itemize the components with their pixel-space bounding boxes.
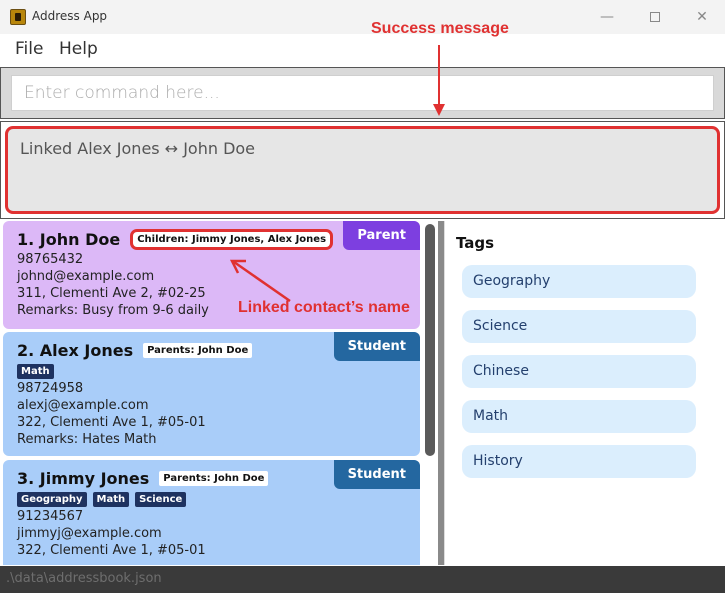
tag-item-math[interactable]: Math: [462, 400, 696, 433]
result-message: Linked Alex Jones ↔ John Doe: [20, 139, 256, 158]
relation-label: Parents: John Doe: [143, 342, 253, 358]
person-phone: 98765432: [17, 252, 84, 267]
command-input[interactable]: [11, 75, 714, 111]
close-icon: ✕: [696, 9, 708, 25]
tag-item-geography[interactable]: Geography: [462, 265, 696, 298]
command-box: [0, 67, 725, 119]
role-badge: Student: [333, 460, 420, 489]
tag-chip: Math: [17, 364, 54, 379]
person-tags: Geography Math Science: [17, 492, 406, 507]
tag-chip: Geography: [17, 492, 87, 507]
tag-chip: Science: [135, 492, 187, 507]
person-card[interactable]: 2. Alex Jones Parents: John Doe Math 987…: [3, 332, 420, 456]
menu-help[interactable]: Help: [59, 39, 98, 59]
role-badge: Parent: [343, 221, 420, 250]
maximize-button[interactable]: [643, 6, 667, 28]
person-tags: Math: [17, 364, 406, 379]
result-display: Linked Alex Jones ↔ John Doe: [0, 121, 725, 219]
person-card[interactable]: 3. Jimmy Jones Parents: John Doe Geograp…: [3, 460, 420, 565]
minimize-button[interactable]: —: [595, 6, 619, 28]
status-bar: .\data\addressbook.json: [0, 566, 725, 593]
tag-chip: Math: [92, 492, 130, 507]
close-button[interactable]: ✕: [690, 6, 714, 28]
person-name: 2. Alex Jones: [17, 340, 134, 360]
person-phone: 91234567: [17, 509, 84, 524]
tag-item-science[interactable]: Science: [462, 310, 696, 343]
maximize-icon: [650, 12, 660, 22]
tag-item-chinese[interactable]: Chinese: [462, 355, 696, 388]
annotation-arrow-head: [433, 104, 445, 116]
list-scrollbar-thumb[interactable]: [425, 224, 435, 456]
menu-bar: File Help: [0, 34, 725, 66]
app-icon: [10, 9, 26, 25]
annotation-arrow-shaft: [438, 45, 440, 108]
person-email: johnd@example.com: [17, 269, 155, 284]
tag-item-history[interactable]: History: [462, 445, 696, 478]
person-remarks: Remarks: Hates Math: [17, 432, 157, 447]
linked-annotation-arrow: [229, 259, 291, 303]
person-address: 322, Clementi Ave 1, #05-01: [17, 543, 206, 558]
person-address: 322, Clementi Ave 1, #05-01: [17, 415, 206, 430]
result-message-area: Linked Alex Jones ↔ John Doe: [5, 126, 720, 214]
title-bar: Address App — ✕: [0, 0, 725, 34]
person-name: 3. Jimmy Jones: [17, 468, 150, 488]
linked-name-annotation: Linked contact’s name: [238, 299, 410, 316]
window-title: Address App: [32, 9, 108, 23]
person-name: 1. John Doe: [17, 229, 121, 249]
status-file-path: .\data\addressbook.json: [6, 571, 162, 586]
success-message-annotation: Success message: [371, 20, 509, 37]
menu-file[interactable]: File: [15, 39, 43, 59]
role-badge: Student: [333, 332, 420, 361]
relation-label: Children: Jimmy Jones, Alex Jones: [130, 228, 334, 250]
person-email: alexj@example.com: [17, 398, 149, 413]
relation-label: Parents: John Doe: [159, 470, 269, 486]
minimize-icon: —: [600, 9, 614, 25]
tags-title: Tags: [456, 234, 495, 252]
person-list-panel: 1. John Doe Children: Jimmy Jones, Alex …: [0, 221, 438, 565]
person-email: jimmyj@example.com: [17, 526, 162, 541]
person-phone: 98724958: [17, 381, 84, 396]
tags-panel: Tags Geography Science Chinese Math Hist…: [444, 221, 725, 565]
